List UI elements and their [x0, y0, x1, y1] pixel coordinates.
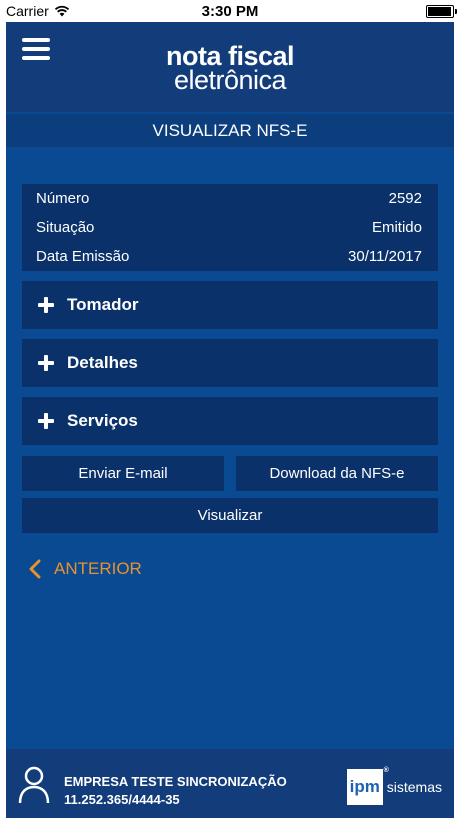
info-label: Data Emissão [36, 248, 130, 265]
status-time: 3:30 PM [201, 3, 259, 20]
app-screen: nota fiscal eletrônica VISUALIZAR NFS-E … [6, 22, 454, 818]
plus-icon [38, 297, 54, 313]
app-footer: EMPRESA TESTE SINCRONIZAÇÃO 11.252.365/4… [6, 749, 454, 818]
send-email-button[interactable]: Enviar E-mail [22, 456, 224, 491]
ipm-logo-text: sistemas [386, 779, 442, 795]
view-button[interactable]: Visualizar [22, 498, 438, 533]
info-value: 2592 [388, 190, 422, 207]
company-name: EMPRESA TESTE SINCRONIZAÇÃO [64, 774, 287, 789]
download-nfse-button[interactable]: Download da NFS-e [236, 456, 438, 491]
chevron-left-icon [29, 559, 41, 579]
page-title: VISUALIZAR NFS-E [6, 114, 454, 147]
app-logo: nota fiscal eletrônica [6, 43, 454, 95]
section-servicos[interactable]: Serviços [22, 397, 438, 445]
section-label: Detalhes [67, 353, 138, 372]
app-header: nota fiscal eletrônica [6, 22, 454, 112]
info-label: Número [36, 190, 90, 207]
status-bar: Carrier 3:30 PM [0, 0, 460, 22]
back-label: ANTERIOR [54, 559, 142, 578]
info-value: 30/11/2017 [348, 248, 422, 265]
info-value: Emitido [371, 219, 422, 236]
info-row-numero: Número 2592 [36, 190, 422, 210]
ipm-logo-mark: ipm ® [346, 767, 389, 805]
logo-line-2: eletrônica [173, 65, 287, 95]
info-label: Situação [36, 219, 95, 236]
user-icon [18, 766, 50, 804]
invoice-summary: Número 2592 Situação Emitido Data Emissã… [22, 184, 438, 271]
section-label: Serviços [67, 411, 138, 430]
info-row-situacao: Situação Emitido [36, 219, 422, 239]
section-tomador[interactable]: Tomador [22, 281, 438, 329]
ipm-logo: ipm ® sistemas [346, 767, 442, 805]
battery-icon [426, 5, 457, 18]
info-row-data-emissao: Data Emissão 30/11/2017 [36, 248, 422, 268]
company-info: EMPRESA TESTE SINCRONIZAÇÃO 11.252.365/4… [64, 773, 287, 809]
ipm-logo-mark-text: ipm [349, 777, 380, 796]
plus-icon [38, 355, 54, 371]
company-id: 11.252.365/4444-35 [64, 792, 180, 807]
section-label: Tomador [67, 295, 139, 314]
plus-icon [38, 413, 54, 429]
section-detalhes[interactable]: Detalhes [22, 339, 438, 387]
